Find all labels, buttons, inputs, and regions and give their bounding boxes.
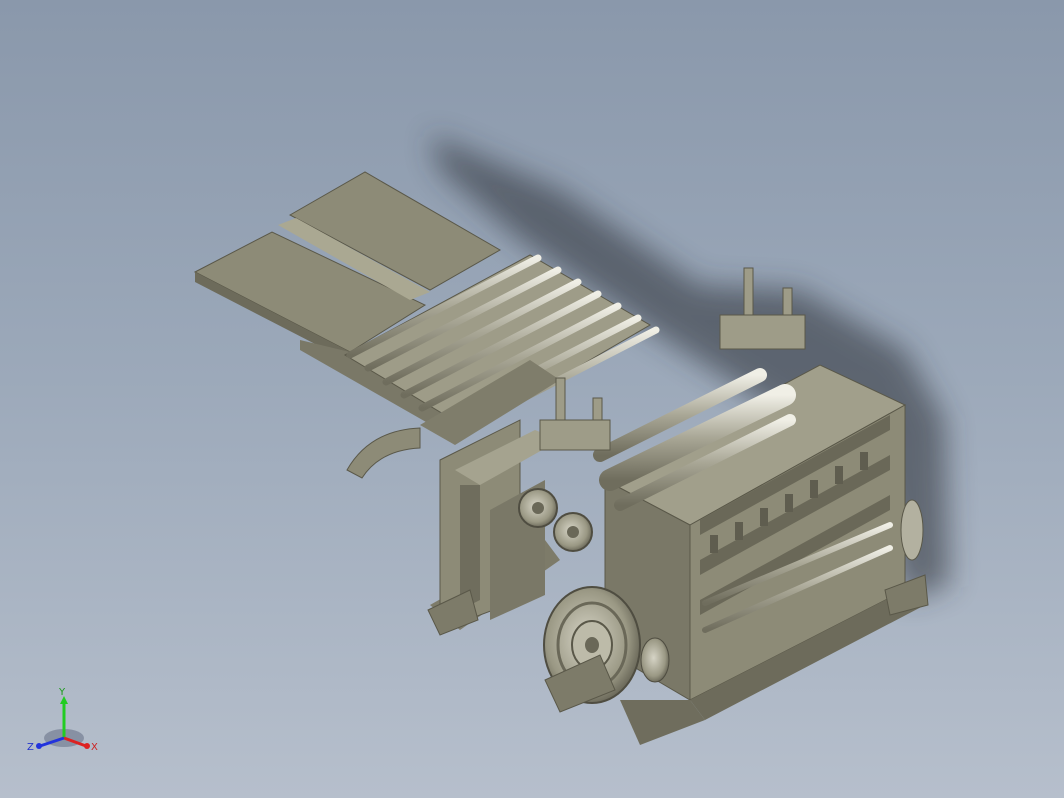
x-axis-tip xyxy=(84,743,90,749)
z-axis-tip xyxy=(36,743,42,749)
3d-viewport[interactable]: Y X Z xyxy=(0,0,1064,798)
y-axis-label: Y xyxy=(58,687,66,698)
z-axis-label: Z xyxy=(27,742,34,753)
curved-guide xyxy=(346,427,421,479)
x-axis-label: X xyxy=(91,742,98,753)
machine-model[interactable] xyxy=(0,0,1064,798)
side-drum xyxy=(900,499,924,561)
axis-triad: Y X Z xyxy=(27,687,98,753)
